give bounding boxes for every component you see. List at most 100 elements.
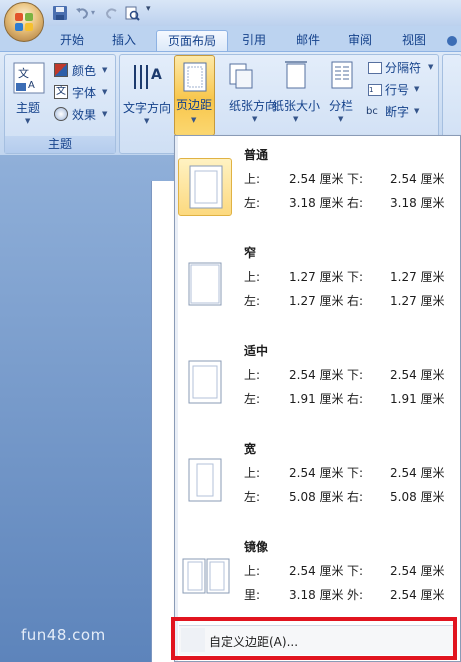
label-right: 右: bbox=[347, 392, 364, 406]
value-top: 2.54 厘米 bbox=[289, 466, 344, 480]
option-title: 适中 bbox=[244, 344, 269, 358]
option-title: 窄 bbox=[244, 246, 257, 260]
margins-button[interactable]: 页边距 ▼ bbox=[174, 55, 215, 136]
value-right: 3.18 厘米 bbox=[390, 196, 445, 210]
margins-icon bbox=[183, 62, 207, 92]
theme-colors-button[interactable]: 颜色 bbox=[72, 62, 96, 79]
tab-insert[interactable]: 插入 bbox=[102, 30, 146, 52]
columns-caret-icon: ▼ bbox=[338, 115, 344, 123]
hyphenation-caret-icon: ▼ bbox=[414, 107, 420, 115]
customize-toolbar-icon[interactable]: ▾ bbox=[146, 4, 162, 20]
breaks-button[interactable]: 分隔符 bbox=[385, 59, 421, 76]
paper-size-caret-icon: ▼ bbox=[293, 115, 299, 123]
paper-size-icon bbox=[285, 61, 307, 89]
mirrored-thumb bbox=[178, 550, 232, 608]
value-bottom: 1.27 厘米 bbox=[390, 270, 445, 284]
help-icon[interactable] bbox=[447, 36, 457, 46]
value-right: 5.08 厘米 bbox=[390, 490, 445, 504]
orientation-button[interactable]: 纸张方向 bbox=[229, 97, 277, 114]
redo-icon[interactable] bbox=[104, 5, 120, 21]
orientation-caret-icon: ▼ bbox=[252, 115, 258, 123]
margin-option-mirrored[interactable]: 镜像 上: 2.54 厘米 下: 2.54 厘米 里: 3.18 厘米 外: 2… bbox=[175, 530, 460, 626]
normal-thumb-highlight bbox=[178, 158, 232, 216]
text-direction-caret-icon: ▼ bbox=[144, 117, 150, 125]
breaks-caret-icon: ▼ bbox=[428, 63, 434, 71]
theme-effects-caret-icon: ▼ bbox=[102, 110, 108, 118]
themes-group: 文 A 主题 ▼ 颜色 ▼ 文 字体 ▼ 效果 ▼ 主题 bbox=[4, 54, 116, 154]
value-left: 3.18 厘米 bbox=[289, 196, 344, 210]
label-bottom: 下: bbox=[347, 564, 364, 578]
narrow-thumb bbox=[178, 256, 232, 314]
label-right: 右: bbox=[347, 294, 364, 308]
value-left: 1.91 厘米 bbox=[289, 392, 344, 406]
value-top: 2.54 厘米 bbox=[289, 172, 344, 186]
print-preview-icon[interactable] bbox=[124, 5, 140, 21]
value-bottom: 2.54 厘米 bbox=[390, 172, 445, 186]
value-bottom: 2.54 厘米 bbox=[390, 564, 445, 578]
theme-effects-button[interactable]: 效果 bbox=[72, 106, 96, 123]
tab-review[interactable]: 审阅 bbox=[338, 30, 382, 52]
hyphenation-button[interactable]: 断字 bbox=[385, 103, 409, 120]
tab-mailings[interactable]: 邮件 bbox=[286, 30, 330, 52]
theme-fonts-icon: 文 bbox=[54, 85, 68, 99]
theme-colors-caret-icon: ▼ bbox=[102, 66, 108, 74]
label-left: 左: bbox=[244, 392, 261, 406]
label-top: 上: bbox=[244, 270, 261, 284]
label-top: 上: bbox=[244, 466, 261, 480]
label-top: 上: bbox=[244, 564, 261, 578]
svg-text:文: 文 bbox=[18, 66, 29, 80]
label-right: 右: bbox=[347, 490, 364, 504]
value-right: 1.27 厘米 bbox=[390, 294, 445, 308]
line-numbers-button[interactable]: 行号 bbox=[385, 81, 409, 98]
columns-button[interactable]: 分栏 bbox=[329, 97, 353, 114]
office-button[interactable] bbox=[4, 2, 44, 42]
theme-fonts-button[interactable]: 字体 bbox=[72, 84, 96, 101]
value-outside: 2.54 厘米 bbox=[390, 588, 445, 602]
paper-size-button[interactable]: 纸张大小 bbox=[272, 97, 320, 114]
label-left: 左: bbox=[244, 490, 261, 504]
value-left: 1.27 厘米 bbox=[289, 294, 344, 308]
narrow-margins-icon bbox=[188, 262, 222, 306]
option-title: 普通 bbox=[244, 148, 269, 162]
value-left: 5.08 厘米 bbox=[289, 490, 344, 504]
mirrored-margins-icon bbox=[182, 558, 230, 594]
margin-option-normal[interactable]: 普通 上: 2.54 厘米 下: 2.54 厘米 左: 3.18 厘米 右: 3… bbox=[175, 138, 460, 234]
tab-page-layout[interactable]: 页面布局 bbox=[156, 30, 228, 52]
margins-button-label: 页边距 bbox=[176, 98, 213, 112]
hyphenation-icon: bc bbox=[366, 106, 378, 117]
line-numbers-icon: 1 bbox=[368, 84, 382, 96]
option-title: 宽 bbox=[244, 442, 257, 456]
office-logo-icon bbox=[15, 13, 33, 31]
tab-references[interactable]: 引用 bbox=[232, 30, 276, 52]
normal-margins-icon bbox=[189, 165, 223, 209]
value-right: 1.91 厘米 bbox=[390, 392, 445, 406]
themes-button-label[interactable]: 主题 bbox=[16, 99, 40, 116]
value-inside: 3.18 厘米 bbox=[289, 588, 344, 602]
label-right: 右: bbox=[347, 196, 364, 210]
tab-home[interactable]: 开始 bbox=[50, 30, 94, 52]
themes-icon: 文 A bbox=[13, 62, 45, 94]
label-inside: 里: bbox=[244, 588, 261, 602]
margin-option-wide[interactable]: 宽 上: 2.54 厘米 下: 2.54 厘米 左: 5.08 厘米 右: 5.… bbox=[175, 432, 460, 528]
value-top: 2.54 厘米 bbox=[289, 564, 344, 578]
line-numbers-caret-icon: ▼ bbox=[414, 85, 420, 93]
text-direction-icon: A bbox=[134, 65, 162, 89]
label-bottom: 下: bbox=[347, 270, 364, 284]
label-bottom: 下: bbox=[347, 172, 364, 186]
ribbon-tabs: 开始 插入 页面布局 引用 邮件 审阅 视图 bbox=[0, 26, 461, 52]
undo-icon[interactable] bbox=[74, 5, 90, 21]
margin-option-narrow[interactable]: 窄 上: 1.27 厘米 下: 1.27 厘米 左: 1.27 厘米 右: 1.… bbox=[175, 236, 460, 332]
tab-view[interactable]: 视图 bbox=[392, 30, 436, 52]
value-top: 1.27 厘米 bbox=[289, 270, 344, 284]
svg-text:A: A bbox=[28, 80, 35, 91]
value-bottom: 2.54 厘米 bbox=[390, 466, 445, 480]
columns-icon bbox=[331, 61, 353, 89]
themes-dropdown-icon[interactable]: ▼ bbox=[25, 117, 30, 125]
moderate-margins-icon bbox=[188, 360, 222, 404]
text-direction-button[interactable]: 文字方向 bbox=[123, 99, 171, 116]
theme-fonts-caret-icon: ▼ bbox=[102, 88, 108, 96]
moderate-thumb bbox=[178, 354, 232, 412]
margins-caret-icon: ▼ bbox=[191, 116, 197, 124]
save-icon[interactable] bbox=[52, 5, 68, 21]
margin-option-moderate[interactable]: 适中 上: 2.54 厘米 下: 2.54 厘米 左: 1.91 厘米 右: 1… bbox=[175, 334, 460, 430]
